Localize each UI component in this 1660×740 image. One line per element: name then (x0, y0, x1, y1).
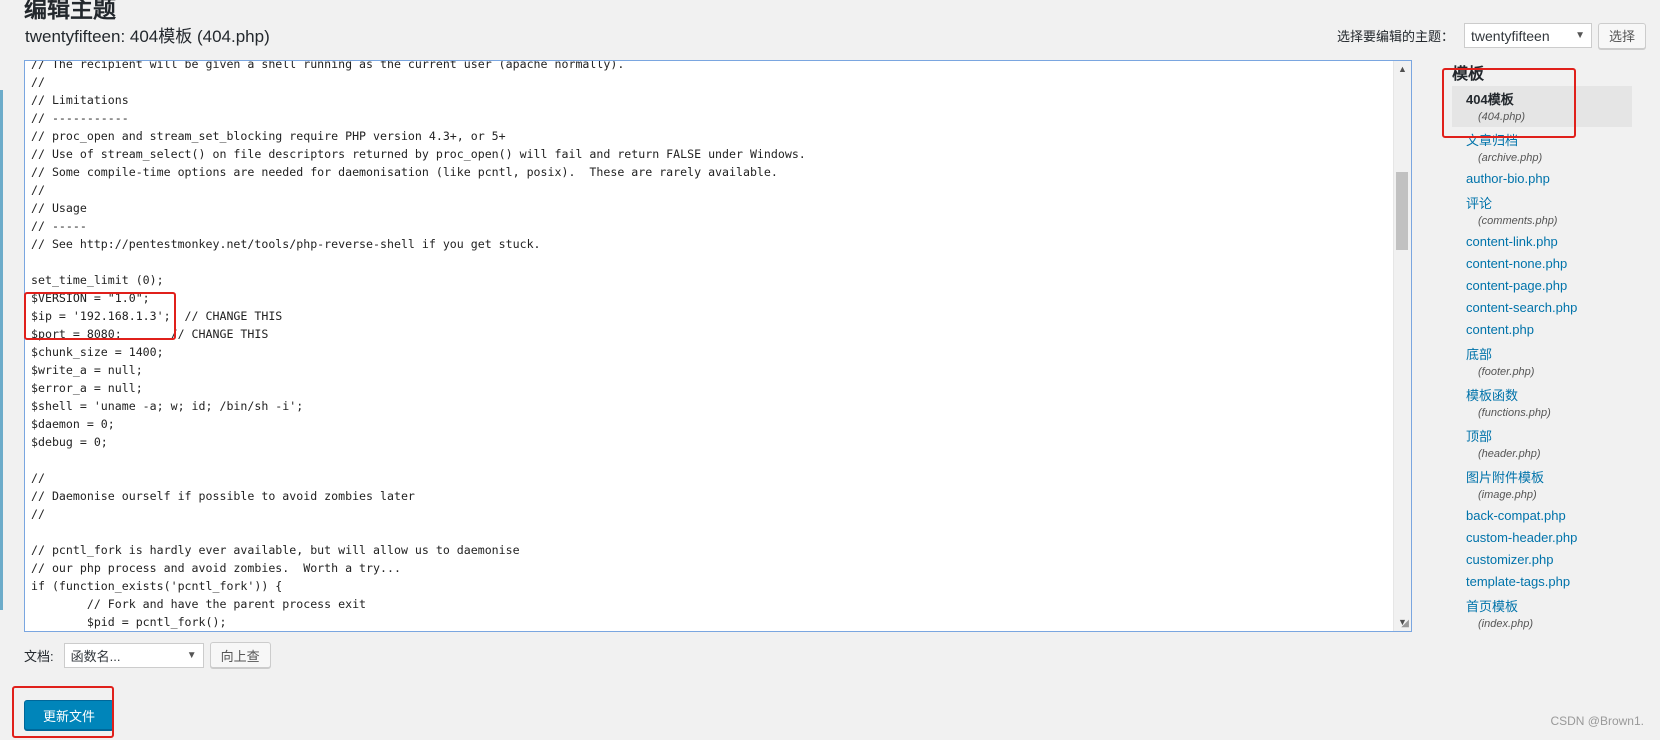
template-file-item[interactable]: 顶部 (header.php) (1452, 423, 1632, 464)
template-file-name[interactable]: 文章归档 (1466, 130, 1632, 149)
template-file-name[interactable]: content-search.php (1466, 300, 1632, 315)
templates-heading: 模板 (1452, 66, 1485, 83)
function-name-select[interactable]: 函数名... ▼ (63, 642, 204, 668)
template-file-item[interactable]: 评论 (comments.php) (1452, 190, 1632, 231)
template-file-name[interactable]: back-compat.php (1466, 508, 1632, 523)
code-textarea[interactable]: // The recipient will be given a shell r… (31, 61, 1391, 631)
template-file-name[interactable]: 首页模板 (1466, 596, 1632, 615)
template-file-name[interactable]: content.php (1466, 322, 1632, 337)
template-file-item[interactable]: content-page.php (1452, 275, 1632, 297)
file-title: twentyfifteen: 404模板 (404.php) (25, 27, 270, 46)
template-file-name[interactable]: 评论 (1466, 193, 1632, 212)
template-file-filename: (image.php) (1478, 489, 1537, 501)
template-file-name[interactable]: 底部 (1466, 344, 1632, 363)
template-file-name[interactable]: template-tags.php (1466, 574, 1632, 589)
theme-select-area: 选择要编辑的主题： twentyfifteen ▼ 选择 (1337, 22, 1647, 49)
template-file-item[interactable]: content-search.php (1452, 297, 1632, 319)
template-file-filename: (archive.php) (1478, 152, 1543, 164)
lookup-button[interactable]: 向上查 (209, 642, 271, 668)
template-file-item[interactable]: author-bio.php (1452, 168, 1632, 190)
template-file-item[interactable]: 404模板 (404.php) (1452, 86, 1632, 127)
template-file-list: 404模板 (404.php) 文章归档 (archive.php) author-bi… (1452, 86, 1632, 634)
template-file-item[interactable]: back-compat.php (1452, 505, 1632, 527)
template-file-name[interactable]: content-link.php (1466, 234, 1632, 249)
template-file-filename: (functions.php) (1478, 407, 1551, 419)
resize-handle-icon[interactable]: ◢ (1401, 618, 1409, 629)
scroll-up-icon[interactable]: ▲ (1394, 61, 1411, 78)
template-file-item[interactable]: content.php (1452, 319, 1632, 341)
editor-scrollbar[interactable]: ▲ ▼ (1393, 61, 1411, 631)
chevron-down-icon: ▼ (186, 649, 197, 661)
template-file-name[interactable]: custom-header.php (1466, 530, 1632, 545)
theme-select-value: twentyfifteen (1471, 27, 1550, 44)
template-file-name[interactable]: 404模板 (1466, 89, 1632, 108)
template-file-item[interactable]: template-tags.php (1452, 571, 1632, 593)
template-file-item[interactable]: 图片附件模板 (image.php) (1452, 464, 1632, 505)
admin-menu-edge (0, 90, 3, 610)
template-file-filename: (comments.php) (1478, 215, 1558, 227)
template-file-name[interactable]: 模板函数 (1466, 385, 1632, 404)
doc-label: 文档: (24, 648, 54, 664)
scrollbar-thumb[interactable] (1396, 172, 1408, 250)
chevron-down-icon: ▼ (1575, 30, 1586, 41)
template-file-filename: (index.php) (1478, 618, 1534, 630)
template-file-name[interactable]: 顶部 (1466, 426, 1632, 445)
template-file-item[interactable]: 文章归档 (archive.php) (1452, 127, 1632, 168)
theme-select[interactable]: twentyfifteen ▼ (1464, 23, 1593, 48)
doc-lookup: 文档: 函数名... ▼ 向上查 (24, 642, 271, 668)
template-file-name[interactable]: customizer.php (1466, 552, 1632, 567)
watermark: CSDN @Brown1. (1550, 714, 1644, 728)
template-file-item[interactable]: 底部 (footer.php) (1452, 341, 1632, 382)
template-file-name[interactable]: content-page.php (1466, 278, 1632, 293)
template-file-filename: (header.php) (1478, 448, 1541, 460)
template-file-name[interactable]: content-none.php (1466, 256, 1632, 271)
template-file-name[interactable]: author-bio.php (1466, 171, 1632, 186)
template-file-filename: (404.php) (1478, 111, 1526, 123)
update-file-button[interactable]: 更新文件 (24, 700, 114, 730)
template-file-item[interactable]: content-link.php (1452, 231, 1632, 253)
template-file-item[interactable]: 模板函数 (functions.php) (1452, 382, 1632, 423)
select-theme-button[interactable]: 选择 (1598, 22, 1647, 49)
page-heading: 编辑主题 (24, 0, 116, 22)
template-file-name[interactable]: 图片附件模板 (1466, 467, 1632, 486)
theme-select-label: 选择要编辑的主题： (1337, 29, 1455, 44)
template-file-item[interactable]: custom-header.php (1452, 527, 1632, 549)
template-file-filename: (footer.php) (1478, 366, 1535, 378)
function-name-placeholder: 函数名... (70, 648, 121, 664)
template-file-item[interactable]: 首页模板 (index.php) (1452, 593, 1632, 634)
template-file-item[interactable]: content-none.php (1452, 253, 1632, 275)
code-editor[interactable]: // The recipient will be given a shell r… (24, 60, 1412, 632)
template-file-item[interactable]: customizer.php (1452, 549, 1632, 571)
